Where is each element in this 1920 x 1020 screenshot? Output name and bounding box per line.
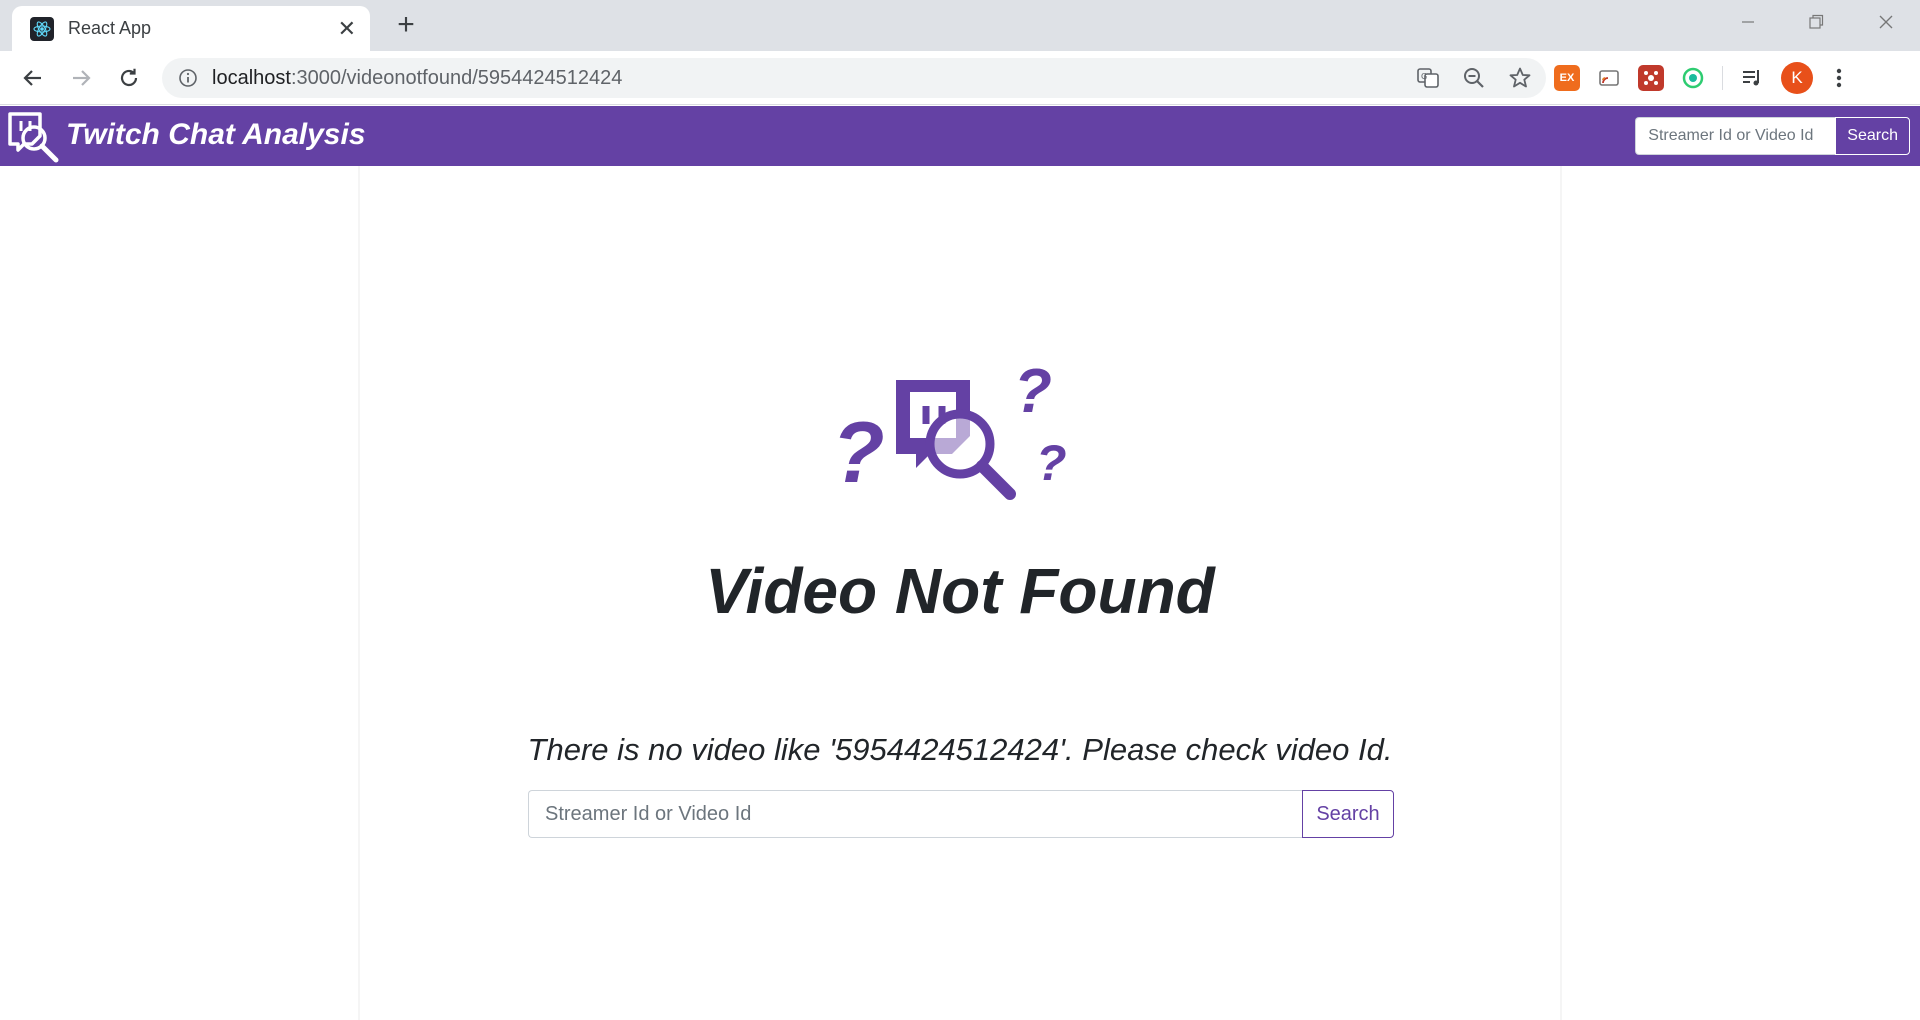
site-info-icon[interactable] [178, 68, 198, 88]
main-container: ? ? ? Video Not Found There is no video … [358, 166, 1562, 1020]
profile-avatar[interactable]: K [1781, 62, 1813, 94]
browser-tab[interactable]: React App ✕ [12, 6, 370, 51]
circle-extension-icon[interactable] [1680, 65, 1706, 91]
twitch-search-logo-icon[interactable] [8, 112, 62, 164]
browser-menu-icon[interactable] [1829, 66, 1849, 90]
forward-icon[interactable] [62, 59, 100, 97]
star-icon[interactable] [1508, 66, 1532, 90]
tab-title: React App [68, 18, 152, 38]
main-search-input[interactable] [528, 790, 1302, 838]
react-icon [30, 16, 54, 41]
main-search-button[interactable]: Search [1302, 790, 1394, 838]
puzzle-extension-icon[interactable] [1638, 65, 1664, 91]
not-found-message: There is no video like '5954424512424'. … [527, 732, 1393, 767]
main-search-form: Search [528, 790, 1394, 838]
back-icon[interactable] [14, 59, 52, 97]
zoom-out-icon[interactable] [1462, 66, 1486, 90]
browser-tabstrip: React App ✕ + [0, 0, 1920, 51]
minimize-icon[interactable] [1724, 6, 1772, 38]
restore-icon[interactable] [1792, 6, 1840, 38]
ex-extension-icon[interactable]: EX [1554, 65, 1580, 91]
navbar-search-form: Search [1635, 117, 1910, 155]
url-host: localhost [212, 66, 291, 89]
browser-toolbar: localhost:3000/videonotfound/59544245124… [0, 51, 1920, 105]
svg-text:?: ? [832, 405, 885, 501]
svg-text:?: ? [1036, 435, 1067, 491]
address-bar[interactable]: localhost:3000/videonotfound/59544245124… [162, 58, 1546, 98]
cast-extension-icon[interactable] [1596, 65, 1622, 91]
playlist-icon[interactable] [1739, 65, 1765, 91]
extension-bar: EX K [1554, 59, 1849, 97]
brand-title[interactable]: Twitch Chat Analysis [66, 118, 366, 152]
close-tab-icon[interactable]: ✕ [338, 17, 356, 40]
svg-text:G: G [1421, 72, 1427, 81]
svg-text:?: ? [1014, 358, 1052, 426]
video-not-found-illustration-icon: ? ? ? [832, 357, 1092, 528]
page-title: Video Not Found [705, 555, 1215, 627]
navbar-search-button[interactable]: Search [1835, 117, 1910, 155]
close-window-icon[interactable] [1862, 6, 1910, 38]
toolbar-divider [1722, 66, 1723, 90]
app-navbar: Twitch Chat Analysis Search [0, 106, 1920, 166]
translate-icon[interactable]: G [1416, 66, 1440, 90]
navbar-search-input[interactable] [1635, 117, 1836, 155]
reload-icon[interactable] [110, 59, 148, 97]
url-path: :3000/videonotfound/5954424512424 [290, 66, 623, 89]
new-tab-icon[interactable]: + [390, 10, 422, 42]
